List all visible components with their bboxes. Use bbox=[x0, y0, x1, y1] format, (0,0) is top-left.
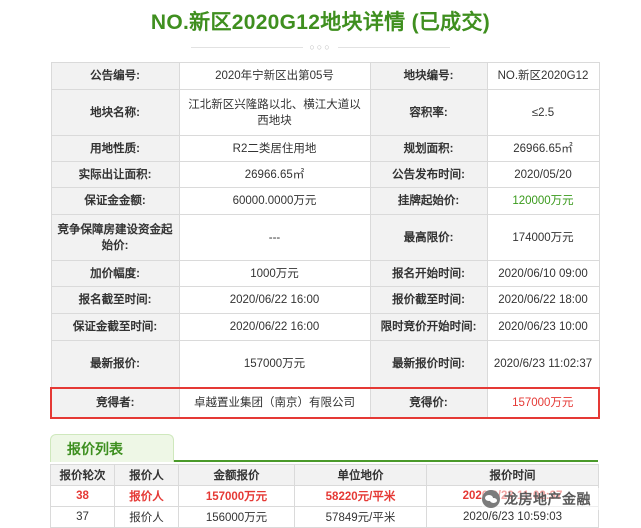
actual-area-value: 26966.65㎡ bbox=[178, 161, 371, 188]
deposit-value: 60000.0000万元 bbox=[178, 187, 371, 215]
planned-area-label: 规划面积: bbox=[369, 135, 488, 162]
publish-time-label: 公告发布时间: bbox=[369, 161, 488, 188]
bid-round: 38 bbox=[50, 485, 115, 507]
info-row-deposit: 保证金金额: 60000.0000万元 挂牌起始价: 120000万元 bbox=[50, 187, 600, 215]
quote-end-label: 报价截至时间: bbox=[369, 286, 488, 314]
publish-time-value: 2020/05/20 bbox=[486, 161, 600, 188]
watermark-text: 龙房地产金融 bbox=[504, 491, 591, 507]
info-row-usage: 用地性质: R2二类居住用地 规划面积: 26966.65㎡ bbox=[50, 135, 600, 162]
bid-bidder: 报价人 bbox=[114, 485, 179, 507]
winning-price-label: 竞得价: bbox=[369, 386, 488, 419]
housing-fund-label: 竞争保障房建设资金起始价: bbox=[50, 214, 180, 261]
info-row-winner: 竞得者: 卓越置业集团（南京）有限公司 竞得价: 157000万元 bbox=[50, 386, 600, 419]
timed-bid-start-value: 2020/06/23 10:00 bbox=[486, 313, 600, 341]
timed-bid-start-label: 限时竞价开始时间: bbox=[369, 313, 488, 341]
winner-value: 卓越置业集团（南京）有限公司 bbox=[178, 386, 371, 419]
bid-amount: 156000万元 bbox=[178, 506, 295, 528]
winner-label: 竞得者: bbox=[50, 386, 180, 419]
title-divider: ○○○ bbox=[0, 42, 641, 52]
signup-end-value: 2020/06/22 16:00 bbox=[178, 286, 371, 314]
planned-area-value: 26966.65㎡ bbox=[486, 135, 600, 162]
increment-label: 加价幅度: bbox=[50, 260, 180, 287]
housing-fund-value: --- bbox=[178, 214, 371, 261]
plot-name-label: 地块名称: bbox=[50, 89, 180, 136]
land-info-table: 公告编号: 2020年宁新区出第05号 地块编号: NO.新区2020G12 地… bbox=[50, 62, 600, 419]
info-row-area: 实际出让面积: 26966.65㎡ 公告发布时间: 2020/05/20 bbox=[50, 161, 600, 188]
notice-no-value: 2020年宁新区出第05号 bbox=[178, 62, 371, 90]
wechat-icon bbox=[482, 490, 500, 508]
info-row-deadline: 报名截至时间: 2020/06/22 16:00 报价截至时间: 2020/06… bbox=[50, 286, 600, 314]
bid-list-header: 报价列表 bbox=[50, 434, 598, 462]
page-title: NO.新区2020G12地块详情 (已成交) bbox=[150, 11, 491, 34]
far-value: ≤2.5 bbox=[486, 89, 600, 136]
info-row-latest: 最新报价: 157000万元 最新报价时间: 2020/6/23 11:02:3… bbox=[50, 340, 600, 388]
bid-unit-price: 57849元/平米 bbox=[294, 506, 427, 528]
deposit-label: 保证金金额: bbox=[50, 187, 180, 215]
bid-round: 37 bbox=[50, 506, 115, 528]
far-label: 容积率: bbox=[369, 89, 488, 136]
start-price-label: 挂牌起始价: bbox=[369, 187, 488, 215]
land-use-label: 用地性质: bbox=[50, 135, 180, 162]
bid-unit-price: 58220元/平米 bbox=[294, 485, 427, 507]
info-row-increment: 加价幅度: 1000万元 报名开始时间: 2020/06/10 09:00 bbox=[50, 260, 600, 287]
watermark: 龙房地产金融 bbox=[482, 488, 641, 510]
info-row-fund: 竞争保障房建设资金起始价: --- 最高限价: 174000万元 bbox=[50, 214, 600, 261]
actual-area-label: 实际出让面积: bbox=[50, 161, 180, 188]
col-unit-price-header: 单位地价 bbox=[294, 464, 427, 486]
signup-start-label: 报名开始时间: bbox=[369, 260, 488, 287]
max-price-value: 174000万元 bbox=[486, 214, 600, 261]
info-row-name: 地块名称: 江北新区兴隆路以北、横江大道以西地块 容积率: ≤2.5 bbox=[50, 89, 600, 136]
info-row-deposit-deadline: 保证金截至时间: 2020/06/22 16:00 限时竞价开始时间: 2020… bbox=[50, 313, 600, 341]
latest-price-value: 157000万元 bbox=[178, 340, 371, 388]
plot-no-value: NO.新区2020G12 bbox=[486, 62, 600, 90]
plot-no-label: 地块编号: bbox=[369, 62, 488, 90]
latest-time-value: 2020/6/23 11:02:37 bbox=[486, 340, 600, 388]
quote-end-value: 2020/06/22 18:00 bbox=[486, 286, 600, 314]
bid-amount: 157000万元 bbox=[178, 485, 295, 507]
info-row-notice: 公告编号: 2020年宁新区出第05号 地块编号: NO.新区2020G12 bbox=[50, 62, 600, 90]
bid-bidder: 报价人 bbox=[114, 506, 179, 528]
col-round-header: 报价轮次 bbox=[50, 464, 115, 486]
land-use-value: R2二类居住用地 bbox=[178, 135, 371, 162]
winning-price-value: 157000万元 bbox=[486, 386, 600, 419]
notice-no-label: 公告编号: bbox=[50, 62, 180, 90]
col-bidder-header: 报价人 bbox=[114, 464, 179, 486]
start-price-value: 120000万元 bbox=[486, 187, 600, 215]
signup-end-label: 报名截至时间: bbox=[50, 286, 180, 314]
plot-name-value: 江北新区兴隆路以北、横江大道以西地块 bbox=[178, 89, 371, 136]
latest-price-label: 最新报价: bbox=[50, 340, 180, 388]
latest-time-label: 最新报价时间: bbox=[369, 340, 488, 388]
signup-start-value: 2020/06/10 09:00 bbox=[486, 260, 600, 287]
deposit-end-value: 2020/06/22 16:00 bbox=[178, 313, 371, 341]
deposit-end-label: 保证金截至时间: bbox=[50, 313, 180, 341]
col-amount-header: 金额报价 bbox=[178, 464, 295, 486]
bid-list-tab[interactable]: 报价列表 bbox=[50, 434, 174, 462]
max-price-label: 最高限价: bbox=[369, 214, 488, 261]
increment-value: 1000万元 bbox=[178, 260, 371, 287]
bid-table-header: 报价轮次 报价人 金额报价 单位地价 报价时间 bbox=[50, 464, 599, 486]
col-time-header: 报价时间 bbox=[426, 464, 599, 486]
